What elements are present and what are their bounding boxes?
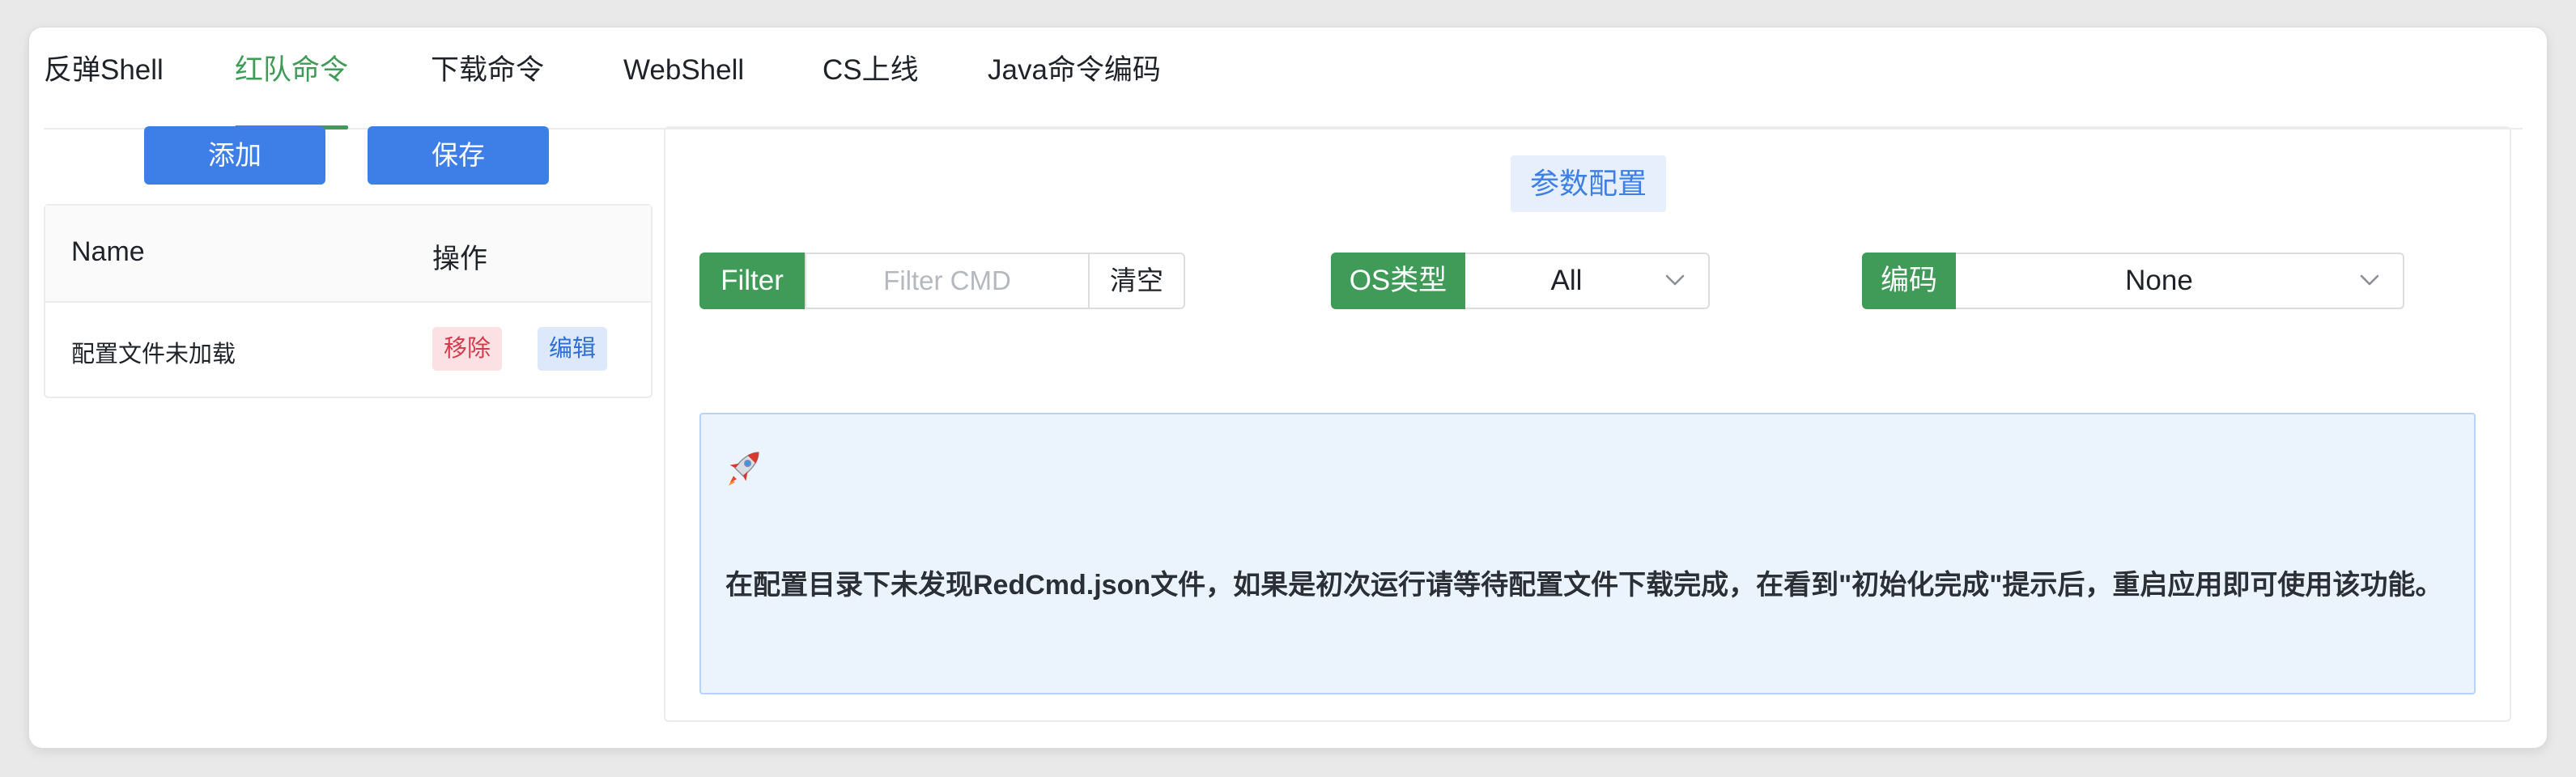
command-list-table: Name 操作 配置文件未加载 移除 编辑 <box>44 204 653 398</box>
edit-button[interactable]: 编辑 <box>538 327 608 371</box>
tab-reverse-shell[interactable]: 反弹Shell <box>44 42 164 128</box>
column-header-name: Name <box>71 236 145 267</box>
tab-cs-online[interactable]: CS上线 <box>823 42 919 128</box>
filter-label: Filter <box>699 253 805 309</box>
remove-button[interactable]: 移除 <box>432 327 503 371</box>
save-button[interactable]: 保存 <box>368 126 549 185</box>
tab-java-command-encode[interactable]: Java命令编码 <box>988 42 1161 128</box>
encoding-select[interactable]: None <box>1956 253 2404 309</box>
chevron-down-icon <box>1665 274 1685 286</box>
tab-download-commands[interactable]: 下载命令 <box>431 42 544 128</box>
info-notice: 在配置目录下未发现RedCmd.json文件，如果是初次运行请等待配置文件下载完… <box>699 413 2476 694</box>
os-type-label: OS类型 <box>1331 253 1465 309</box>
filter-input-wrapper <box>805 253 1090 309</box>
chevron-down-icon <box>2360 274 2379 286</box>
parameter-config-panel: 参数配置 Filter 清空 OS类型 All 编码 None <box>664 126 2511 722</box>
rocket-icon <box>729 452 759 486</box>
encoding-selected-value: None <box>2125 265 2193 296</box>
column-header-operation: 操作 <box>432 244 487 274</box>
tab-red-team-commands[interactable]: 红队命令 <box>235 42 349 130</box>
clear-button[interactable]: 清空 <box>1090 253 1185 309</box>
encoding-label: 编码 <box>1862 253 1956 309</box>
filter-input[interactable] <box>806 254 1088 308</box>
panel-title: 参数配置 <box>1511 155 1666 212</box>
add-button[interactable]: 添加 <box>144 126 325 185</box>
tab-webshell[interactable]: WebShell <box>623 42 744 128</box>
table-row-name: 配置文件未加载 <box>71 342 236 367</box>
os-type-select[interactable]: All <box>1465 253 1710 309</box>
tab-bar: 反弹Shell 红队命令 下载命令 WebShell CS上线 Java命令编码 <box>44 42 2523 130</box>
os-type-selected-value: All <box>1550 265 1583 296</box>
app-window: 反弹Shell 红队命令 下载命令 WebShell CS上线 Java命令编码… <box>29 28 2547 748</box>
table-header: Name 操作 <box>45 206 651 303</box>
notice-message: 在配置目录下未发现RedCmd.json文件，如果是初次运行请等待配置文件下载完… <box>725 570 2443 601</box>
